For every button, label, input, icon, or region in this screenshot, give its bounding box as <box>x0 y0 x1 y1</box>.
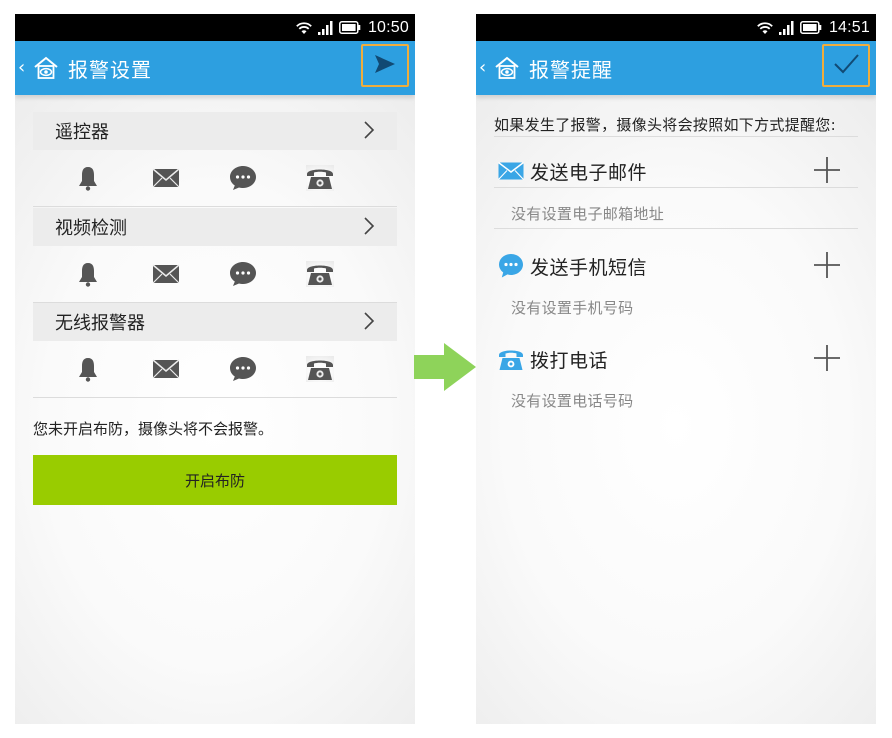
wifi-icon <box>295 21 313 35</box>
arm-status-text: 您未开启布防，摄像头将不会报警。 <box>33 420 274 438</box>
mail-icon[interactable] <box>152 165 180 191</box>
chat-icon[interactable] <box>229 165 257 191</box>
status-bar: 10:50 <box>15 14 415 41</box>
telephone-icon[interactable] <box>306 356 334 382</box>
notify-options-row <box>33 341 397 398</box>
telephone-icon[interactable] <box>306 261 334 287</box>
chevron-right-icon <box>363 120 375 145</box>
email-method-row[interactable]: 发送电子邮件 <box>498 155 858 187</box>
section-label: 无线报警器 <box>55 313 145 334</box>
email-icon <box>498 158 524 184</box>
add-sms-plus-icon[interactable] <box>812 250 842 280</box>
add-email-plus-icon[interactable] <box>812 155 842 185</box>
method-detail: 没有设置手机号码 <box>511 299 634 317</box>
chat-icon[interactable] <box>229 261 257 287</box>
section-label: 视频检测 <box>55 218 127 239</box>
bell-icon[interactable] <box>74 356 102 382</box>
confirm-button[interactable] <box>822 44 870 87</box>
chat-icon[interactable] <box>229 356 257 382</box>
enable-arming-button[interactable]: 开启布防 <box>33 455 397 505</box>
signal-icon <box>778 20 795 35</box>
bell-icon[interactable] <box>74 261 102 287</box>
battery-icon <box>800 21 822 34</box>
check-icon <box>832 52 860 80</box>
back-chevron-icon[interactable]: ‹ <box>18 59 30 77</box>
wifi-icon <box>756 21 774 35</box>
mail-icon[interactable] <box>152 356 180 382</box>
page-title: 报警设置 <box>68 57 152 82</box>
back-chevron-icon[interactable]: ‹ <box>479 59 491 77</box>
method-label: 发送手机短信 <box>530 256 648 279</box>
telephone-icon <box>498 346 524 372</box>
method-detail: 没有设置电话号码 <box>511 392 634 410</box>
call-method-row[interactable]: 拨打电话 <box>498 343 858 375</box>
title-bar: ‹ 报警提醒 <box>476 41 876 95</box>
camera-home-logo-icon[interactable] <box>32 54 60 82</box>
chevron-right-icon <box>363 216 375 241</box>
bell-icon[interactable] <box>74 165 102 191</box>
method-label: 拨打电话 <box>530 349 609 372</box>
page-title: 报警提醒 <box>529 57 613 82</box>
divider <box>494 228 858 229</box>
clock: 10:50 <box>367 18 409 36</box>
reminder-intro-text: 如果发生了报警，摄像头将会按照如下方式提醒您: <box>494 116 836 134</box>
divider <box>494 136 858 137</box>
clock: 14:51 <box>828 18 870 36</box>
notify-options-row <box>33 246 397 303</box>
sms-method-row[interactable]: 发送手机短信 <box>498 250 858 282</box>
flow-arrow-icon <box>414 343 476 391</box>
section-remote-control[interactable]: 遥控器 <box>33 112 397 150</box>
send-icon <box>373 53 397 79</box>
sms-icon <box>498 253 524 279</box>
chevron-right-icon <box>363 311 375 336</box>
signal-icon <box>317 20 334 35</box>
section-label: 遥控器 <box>55 122 109 143</box>
section-video-detection[interactable]: 视频检测 <box>33 208 397 246</box>
notify-options-row <box>33 150 397 207</box>
telephone-icon[interactable] <box>306 165 334 191</box>
add-phone-plus-icon[interactable] <box>812 343 842 373</box>
send-button[interactable] <box>361 44 409 87</box>
battery-icon <box>339 21 361 34</box>
method-detail: 没有设置电子邮箱地址 <box>511 205 665 223</box>
alarm-settings-screen: 10:50 ‹ 报警设置 遥控器 视频检测 无线报警器 您未开启布防，摄像头将不… <box>15 14 415 724</box>
status-bar: 14:51 <box>476 14 876 41</box>
method-label: 发送电子邮件 <box>530 161 648 184</box>
camera-home-logo-icon[interactable] <box>493 54 521 82</box>
divider <box>494 187 858 188</box>
mail-icon[interactable] <box>152 261 180 287</box>
title-bar: ‹ 报警设置 <box>15 41 415 95</box>
section-wireless-alarm[interactable]: 无线报警器 <box>33 303 397 341</box>
alarm-reminder-screen: 14:51 ‹ 报警提醒 如果发生了报警，摄像头将会按照如下方式提醒您: 发送电… <box>476 14 876 724</box>
